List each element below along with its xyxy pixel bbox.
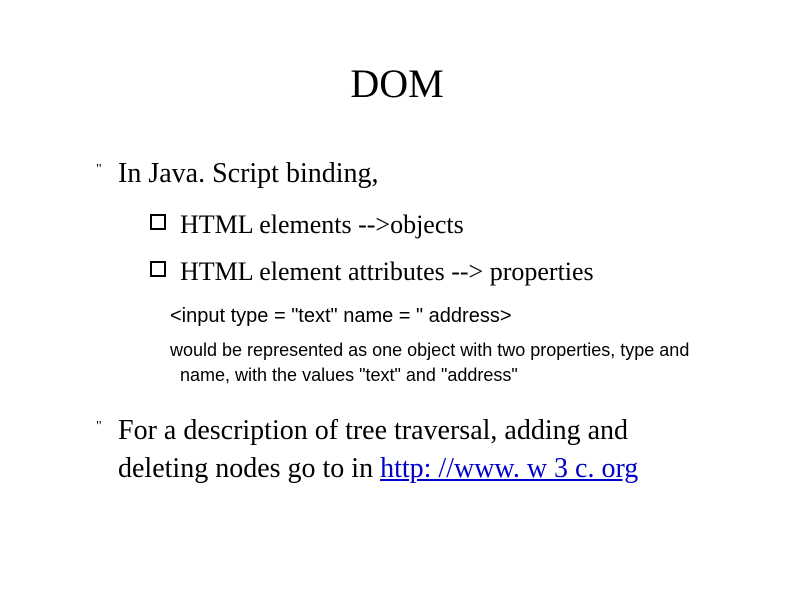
slide: DOM In Java. Script binding, HTML elemen… (0, 0, 794, 595)
code-literal: "address" (441, 365, 518, 385)
desc-text: would be represented as one object with … (170, 340, 620, 360)
code-literal: type (620, 340, 654, 360)
checkbox-icon (150, 214, 166, 230)
code-literal: "text" (359, 365, 401, 385)
slide-title: DOM (90, 60, 704, 107)
example-description: would be represented as one object with … (170, 338, 704, 388)
example-code: <input type = "text" name = " address> (170, 305, 704, 328)
desc-text: and (654, 340, 689, 360)
sub-bullet-text: HTML elements -->objects (180, 210, 464, 239)
bullet-item: In Java. Script binding, (90, 155, 704, 193)
code-literal: name (180, 365, 225, 385)
sub-bullet-list: HTML elements -->objects HTML element at… (150, 205, 704, 291)
sub-bullet-item: HTML elements -->objects (150, 205, 704, 244)
checkbox-icon (150, 261, 166, 277)
sub-bullet-text: HTML element attributes --> properties (180, 257, 594, 286)
desc-text: , with the values (225, 365, 359, 385)
bullet-item: For a description of tree traversal, add… (90, 412, 704, 488)
link[interactable]: http: //www. w 3 c. org (380, 453, 638, 484)
desc-text: and (401, 365, 441, 385)
example-block: <input type = "text" name = " address> w… (170, 305, 704, 388)
bullet-text: In Java. Script binding, (118, 158, 379, 189)
sub-bullet-item: HTML element attributes --> properties (150, 252, 704, 291)
